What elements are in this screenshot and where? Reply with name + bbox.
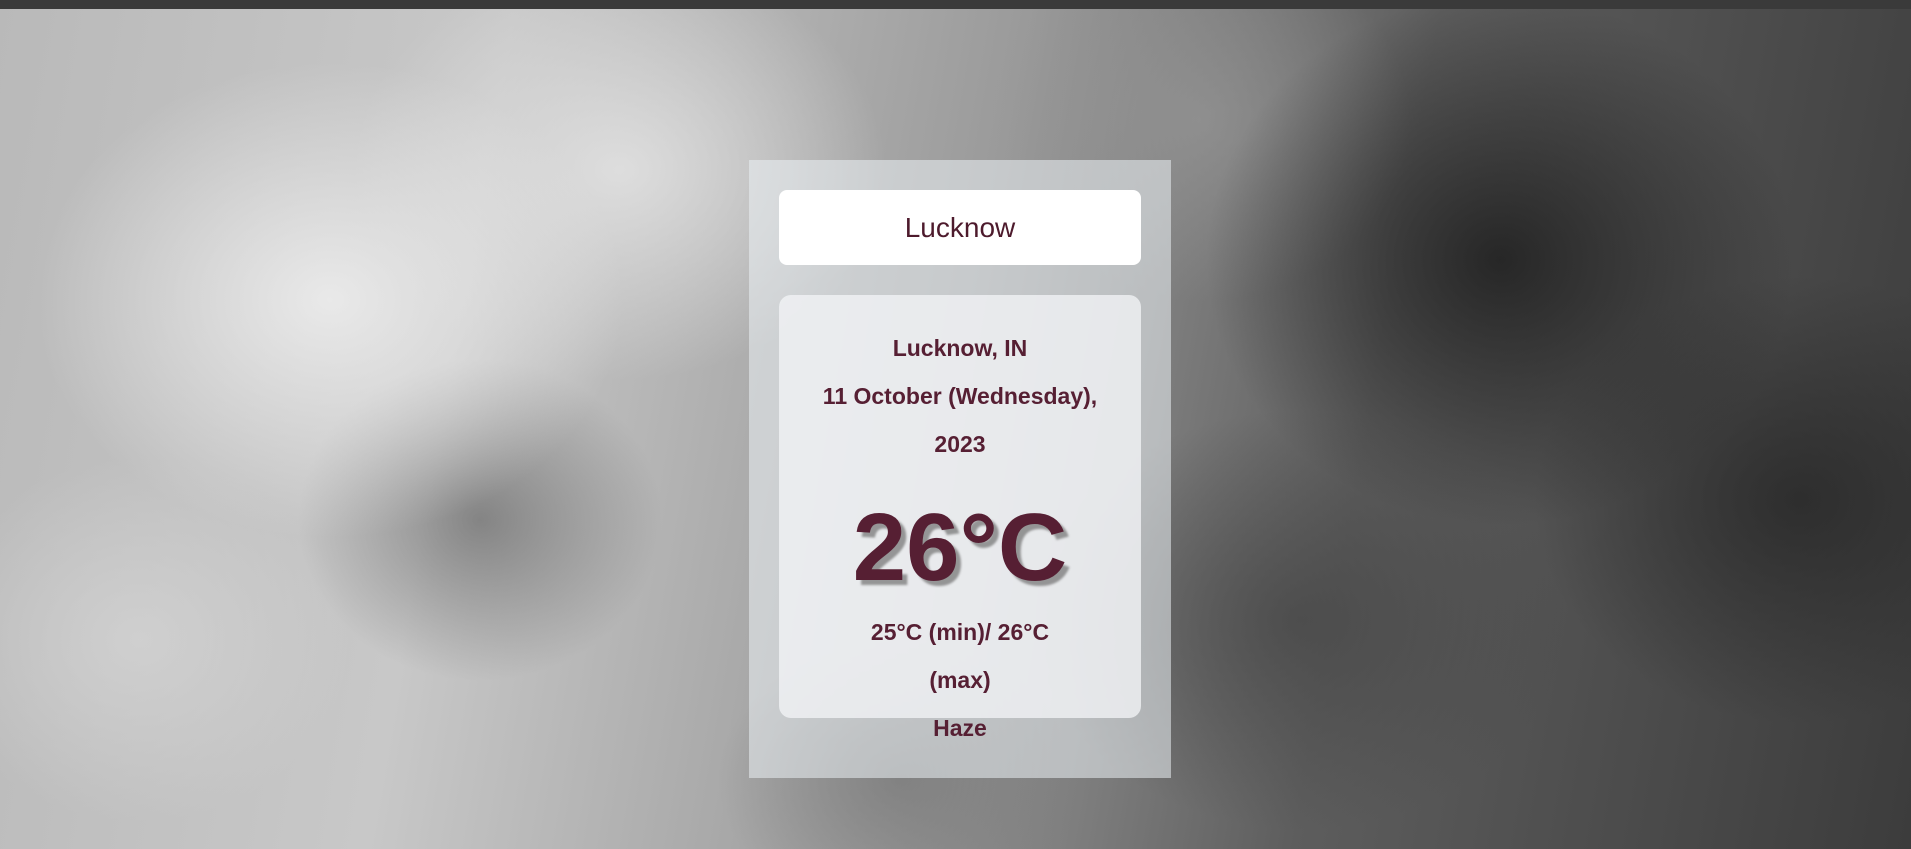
cloudy-sky-background: Lucknow, IN 11 October (Wednesday), 2023…	[0, 0, 1911, 849]
browser-top-edge	[0, 0, 1911, 9]
date-label-line2: 2023	[934, 431, 986, 457]
location-label: Lucknow, IN	[892, 335, 1028, 361]
weather-panel: Lucknow, IN 11 October (Wednesday), 2023…	[749, 160, 1171, 778]
min-max-temperature-line2: (max)	[929, 667, 991, 693]
search-box[interactable]	[779, 190, 1141, 265]
city-search-input[interactable]	[779, 211, 1141, 244]
weather-condition: Haze	[933, 715, 987, 741]
current-temperature: 26°C	[852, 494, 1068, 601]
date-label-line1: 11 October (Wednesday),	[822, 383, 1098, 409]
min-max-temperature-line1: 25°C (min)/ 26°C	[870, 619, 1050, 645]
